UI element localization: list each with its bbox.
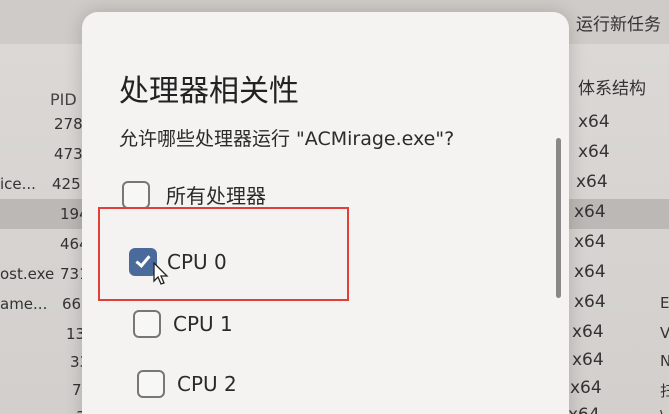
process-architecture: x64 <box>578 112 610 132</box>
cpu-1-label: CPU 1 <box>173 312 233 336</box>
all-processors-checkbox[interactable] <box>122 180 150 209</box>
option-all-processors[interactable]: 所有处理器 <box>122 180 266 209</box>
annotation-highlight-box <box>98 207 349 301</box>
column-header-architecture[interactable]: 体系结构 <box>578 74 646 99</box>
column-header-pid[interactable]: PID <box>50 90 77 109</box>
process-architecture: x64 <box>574 292 606 312</box>
dialog-scrollbar[interactable] <box>556 138 561 298</box>
process-architecture: x64 <box>576 172 608 192</box>
process-name: ost.exe <box>0 265 55 283</box>
process-architecture: x64 <box>572 322 604 342</box>
process-extra-column: \ <box>660 407 665 414</box>
process-name: ice... <box>0 175 36 193</box>
cpu-2-checkbox[interactable] <box>137 370 165 398</box>
dialog-title: 处理器相关性 <box>119 74 299 109</box>
process-pid: 473 <box>54 145 83 163</box>
process-architecture: x64 <box>578 142 610 162</box>
option-cpu-1[interactable]: CPU 1 <box>133 310 233 338</box>
process-architecture: x64 <box>574 262 606 282</box>
process-extra-column: E <box>660 294 669 312</box>
cpu-2-label: CPU 2 <box>177 372 237 396</box>
process-name: ame... <box>0 295 48 313</box>
process-architecture: x64 <box>572 350 604 370</box>
process-extra-column: V <box>660 324 669 342</box>
all-processors-label: 所有处理器 <box>166 184 266 208</box>
process-architecture: x64 <box>570 378 602 398</box>
process-extra-column: 扫 <box>660 382 669 400</box>
process-extra-column: N <box>660 352 669 370</box>
process-architecture: x64 <box>574 202 606 222</box>
cpu-1-checkbox[interactable] <box>133 310 161 338</box>
run-new-task-button[interactable]: 运行新任务 <box>576 10 661 35</box>
mouse-cursor-icon <box>153 262 169 285</box>
option-cpu-2[interactable]: CPU 2 <box>137 370 237 398</box>
process-architecture: x64 <box>574 232 606 252</box>
process-architecture: x64 <box>568 405 600 414</box>
dialog-prompt: 允许哪些处理器运行 "ACMirage.exe"? <box>119 128 455 150</box>
